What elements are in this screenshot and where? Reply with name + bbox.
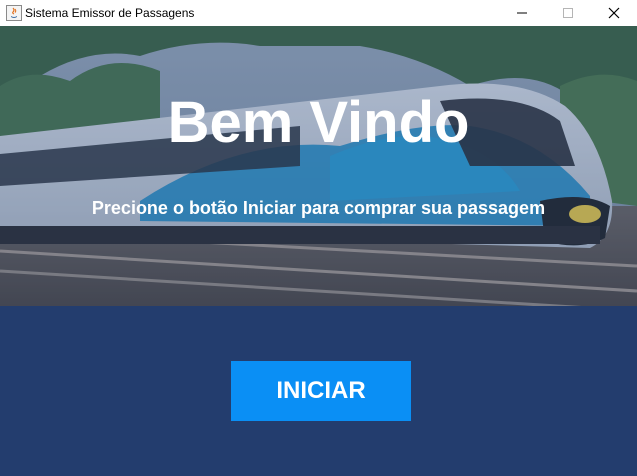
start-button[interactable]: INICIAR: [231, 361, 411, 421]
title-bar: Sistema Emissor de Passagens: [0, 0, 637, 26]
train-photo: [0, 26, 637, 306]
instruction-text: Precione o botão Iniciar para comprar su…: [91, 198, 546, 218]
close-icon: [608, 7, 620, 19]
hero-banner: Bem Vindo Precione o botão Iniciar para …: [0, 26, 637, 306]
app-window: Sistema Emissor de Passagens Bem Vindo P…: [0, 0, 637, 476]
window-title: Sistema Emissor de Passagens: [25, 6, 195, 20]
close-button[interactable]: [591, 0, 637, 26]
java-app-icon: [6, 5, 22, 21]
welcome-heading: Bem Vindo: [167, 90, 470, 155]
minimize-button[interactable]: [499, 0, 545, 26]
action-panel: INICIAR: [0, 306, 637, 476]
minimize-icon: [517, 12, 527, 14]
maximize-button[interactable]: [545, 0, 591, 26]
maximize-icon: [563, 8, 573, 18]
